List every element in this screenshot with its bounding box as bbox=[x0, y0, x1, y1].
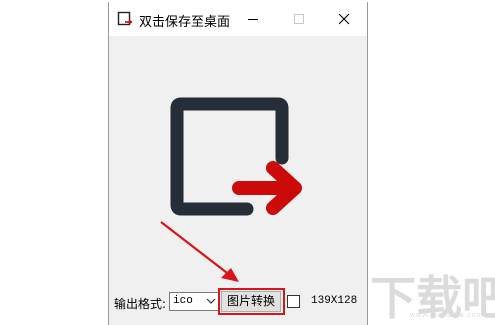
watermark-logo: 下载吧 www.xiazaiba.com bbox=[370, 262, 495, 325]
annotation-arrow-icon bbox=[160, 221, 239, 282]
title-bar[interactable]: 双击保存至桌面 bbox=[109, 2, 367, 36]
window-title: 双击保存至桌面 bbox=[139, 15, 231, 30]
format-select-value: ico bbox=[173, 295, 193, 307]
app-icon bbox=[117, 11, 133, 26]
chevron-down-icon bbox=[206, 298, 216, 304]
highlight-box bbox=[218, 288, 285, 315]
export-icon[interactable] bbox=[169, 96, 309, 231]
option-checkbox[interactable] bbox=[287, 295, 300, 308]
screenshot-stage: 双击保存至桌面 输出格式: ico 图片转换 139X128 下载吧 www.x… bbox=[0, 0, 495, 325]
close-button[interactable] bbox=[322, 2, 367, 36]
minimize-button[interactable] bbox=[231, 2, 276, 36]
image-size-readout: 139X128 bbox=[311, 295, 358, 307]
close-icon bbox=[339, 14, 350, 25]
minimize-icon bbox=[248, 19, 258, 20]
maximize-button[interactable] bbox=[277, 2, 322, 36]
watermark-url: www.xiazaiba.com bbox=[410, 312, 484, 319]
maximize-icon bbox=[294, 14, 304, 24]
format-label: 输出格式: bbox=[114, 297, 167, 311]
format-select[interactable]: ico bbox=[169, 292, 219, 311]
